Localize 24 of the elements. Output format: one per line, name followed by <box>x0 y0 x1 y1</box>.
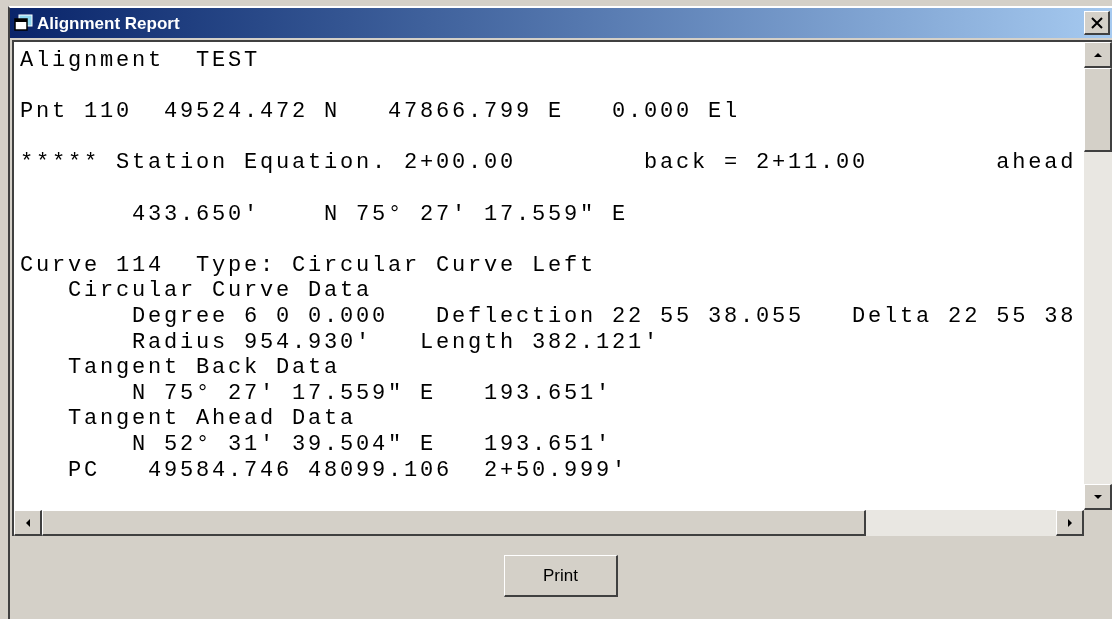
report-line: 433.650' N 75° 27' 17.559" E <box>131 201 629 228</box>
window-title: Alignment Report <box>37 14 180 32</box>
scroll-thumb[interactable] <box>42 510 866 536</box>
report-line: Tangent Ahead Data <box>67 406 357 432</box>
close-button[interactable] <box>1084 11 1110 35</box>
window-icon <box>14 14 34 32</box>
report-line: ***** Station Equation. 2+00.00 back = 2+11.00 ahead <box>20 150 1077 176</box>
scroll-up-button[interactable] <box>1084 42 1112 68</box>
scroll-thumb[interactable] <box>1084 68 1112 152</box>
scroll-down-button[interactable] <box>1084 484 1112 510</box>
report-line: Alignment TEST <box>20 48 261 74</box>
print-button[interactable]: Print <box>504 555 618 597</box>
report-line: PC 49584.746 48099.106 2+50.999' <box>67 457 629 484</box>
report-line: Radius 954.930' Length 382.121' <box>131 329 661 356</box>
scroll-right-button[interactable] <box>1056 510 1084 536</box>
close-icon <box>1090 16 1103 29</box>
report-line: Pnt 110 49524.472 N 47866.799 E 0.000 El <box>20 99 741 125</box>
report-line: N 52° 31' 39.504" E 193.651' <box>131 431 613 458</box>
report-line: Degree 6 0 0.000 Deflection 22 55 38.055 Delta 22 55 38 <box>131 303 1077 330</box>
report-line: Circular Curve Data <box>67 278 373 304</box>
scroll-left-button[interactable] <box>14 510 42 536</box>
report-line: Curve 114 Type: Circular Curve Left <box>20 252 597 279</box>
report-line: N 75° 27' 17.559" E 193.651' <box>131 380 613 407</box>
report-line: Tangent Back Data <box>67 355 341 381</box>
